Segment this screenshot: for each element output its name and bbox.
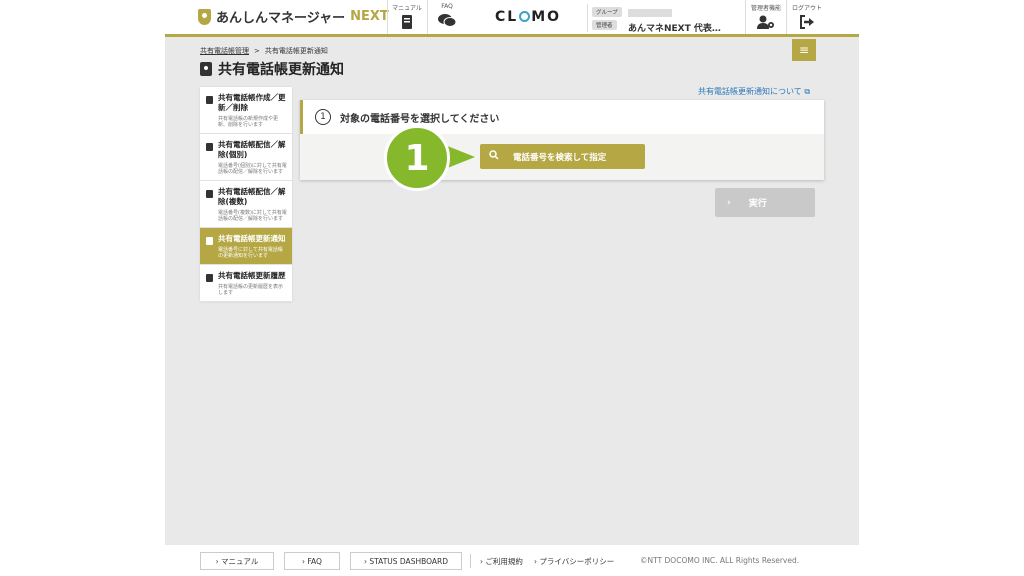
callout-number: 1 bbox=[404, 137, 430, 179]
page-title-text: 共有電話帳更新通知 bbox=[218, 62, 344, 78]
chevron-right-icon: › bbox=[727, 197, 731, 208]
search-button-label: 電話番号を検索して指定 bbox=[513, 152, 607, 163]
footer-faq-button[interactable]: › FAQ bbox=[284, 552, 340, 570]
book-icon bbox=[401, 15, 413, 33]
sidebar-item-desc: 電話番号に対して共有電話帳の更新通知を行います bbox=[218, 247, 283, 259]
admin-function-button[interactable]: 管理者機能 bbox=[745, 0, 786, 34]
chat-bubbles-icon bbox=[438, 13, 457, 31]
breadcrumb-parent-link[interactable]: 共有電話帳管理 bbox=[200, 47, 249, 55]
footer-divider bbox=[470, 554, 471, 568]
sidebar-item-create-update-delete[interactable]: 共有電話帳作成／更新／削除 共有電話帳の新規作成や更新、削除を行います bbox=[200, 87, 292, 134]
help-link-text: 共有電話帳更新通知について bbox=[698, 87, 802, 96]
sidebar-item-update-notification[interactable]: 共有電話帳更新通知 電話番号に対して共有電話帳の更新通知を行います bbox=[200, 228, 292, 265]
sidebar-item-update-history[interactable]: 共有電話帳更新履歴 共有電話帳の更新履歴を表示します bbox=[200, 265, 292, 302]
sidebar-item-desc: 共有電話帳の更新履歴を表示します bbox=[218, 284, 284, 296]
group-value-masked bbox=[628, 9, 672, 17]
group-tag: グループ bbox=[592, 7, 622, 17]
logout-label: ログアウト bbox=[791, 5, 822, 12]
step-callout-badge: 1 bbox=[384, 125, 450, 191]
app-logo[interactable]: あんしんマネージャー NEXT bbox=[198, 7, 389, 26]
admin-function-label: 管理者機能 bbox=[750, 5, 781, 12]
step-number: 1 bbox=[315, 109, 331, 125]
address-book-icon bbox=[206, 274, 213, 282]
sidebar-item-distribute-individual[interactable]: 共有電話帳配信／解除(個別) 電話番号(個別)に対して共有電話帳の配信／解除を行… bbox=[200, 134, 292, 181]
admin-tag: 管理者 bbox=[592, 20, 617, 30]
shield-logo-icon bbox=[198, 8, 211, 25]
manual-button[interactable]: マニュアル bbox=[387, 0, 426, 34]
footer-manual-label: マニュアル bbox=[221, 556, 259, 566]
user-gear-icon bbox=[757, 15, 775, 33]
manual-label: マニュアル bbox=[392, 5, 422, 12]
hamburger-menu-button[interactable]: ≡ bbox=[792, 39, 816, 61]
footer-manual-button[interactable]: › マニュアル bbox=[200, 552, 274, 570]
sidebar-item-title: 共有電話帳作成／更新／削除 bbox=[218, 93, 286, 112]
help-link[interactable]: 共有電話帳更新通知について ⧉ bbox=[698, 86, 810, 97]
clomo-text-left: CL bbox=[495, 9, 519, 25]
page-title: 共有電話帳更新通知 bbox=[200, 59, 344, 79]
sidebar-item-desc: 電話番号(個別)に対して共有電話帳の配信／解除を行います bbox=[218, 163, 287, 175]
footer-status-button[interactable]: › STATUS DASHBOARD bbox=[350, 552, 462, 570]
footer-terms-link[interactable]: › ご利用規約 bbox=[480, 556, 523, 567]
footer-faq-label: FAQ bbox=[307, 556, 322, 566]
admin-name: あんマネNEXT 代表… bbox=[628, 24, 721, 34]
external-window-icon: ⧉ bbox=[804, 87, 811, 96]
sidebar-item-title: 共有電話帳配信／解除(複数) bbox=[218, 187, 286, 206]
address-book-icon bbox=[206, 96, 213, 104]
step-label: 対象の電話番号を選択してください bbox=[340, 113, 500, 125]
sidebar-item-title: 共有電話帳配信／解除(個別) bbox=[218, 140, 286, 159]
sidebar-item-title: 共有電話帳更新通知 bbox=[218, 234, 286, 243]
logo-next: NEXT bbox=[350, 9, 389, 24]
address-book-icon bbox=[206, 237, 213, 245]
footer-status-label: STATUS DASHBOARD bbox=[369, 556, 448, 566]
hamburger-icon: ≡ bbox=[798, 43, 810, 57]
address-book-icon bbox=[200, 62, 212, 76]
faq-button[interactable]: FAQ bbox=[427, 0, 466, 34]
faq-label: FAQ bbox=[441, 3, 453, 10]
footer-terms-label: ご利用規約 bbox=[485, 557, 523, 566]
footer-privacy-link[interactable]: › プライバシーポリシー bbox=[534, 556, 614, 567]
clomo-logo: CL MO bbox=[495, 9, 561, 25]
logo-text: あんしんマネージャー bbox=[216, 11, 346, 26]
step-header: 1 対象の電話番号を選択してください bbox=[300, 100, 824, 134]
sidebar-menu: 共有電話帳作成／更新／削除 共有電話帳の新規作成や更新、削除を行います 共有電話… bbox=[200, 87, 292, 302]
top-header: あんしんマネージャー NEXT マニュアル FAQ CL MO グループ 管理者 あ… bbox=[165, 0, 859, 37]
clomo-text-right: MO bbox=[531, 9, 562, 25]
footer: › マニュアル › FAQ › STATUS DASHBOARD › ご利用規約… bbox=[165, 545, 859, 576]
breadcrumb-current: 共有電話帳更新通知 bbox=[264, 47, 328, 55]
address-book-icon bbox=[206, 190, 213, 198]
sidebar-item-desc: 電話番号(複数)に対して共有電話帳の配信／解除を行います bbox=[218, 210, 287, 222]
clomo-o-ring bbox=[519, 11, 531, 22]
search-icon bbox=[489, 150, 499, 163]
execute-button[interactable]: › 実行 bbox=[715, 188, 815, 217]
sidebar-item-desc: 共有電話帳の新規作成や更新、削除を行います bbox=[218, 116, 279, 128]
group-info: グループ 管理者 あんマネNEXT 代表… bbox=[587, 4, 743, 34]
address-book-icon bbox=[206, 143, 213, 151]
sidebar-item-title: 共有電話帳更新履歴 bbox=[218, 271, 286, 280]
copyright-text: ©NTT DOCOMO INC. ALL Rights Reserved. bbox=[640, 556, 800, 565]
logout-button[interactable]: ログアウト bbox=[786, 0, 827, 34]
logout-icon bbox=[799, 15, 815, 33]
footer-privacy-label: プライバシーポリシー bbox=[539, 557, 615, 566]
breadcrumb: 共有電話帳管理 > 共有電話帳更新通知 bbox=[200, 46, 328, 56]
sidebar-item-distribute-multiple[interactable]: 共有電話帳配信／解除(複数) 電話番号(複数)に対して共有電話帳の配信／解除を行… bbox=[200, 181, 292, 228]
execute-label: 実行 bbox=[748, 199, 767, 209]
breadcrumb-separator: > bbox=[254, 47, 260, 55]
search-phone-number-button[interactable]: 電話番号を検索して指定 bbox=[480, 144, 645, 169]
